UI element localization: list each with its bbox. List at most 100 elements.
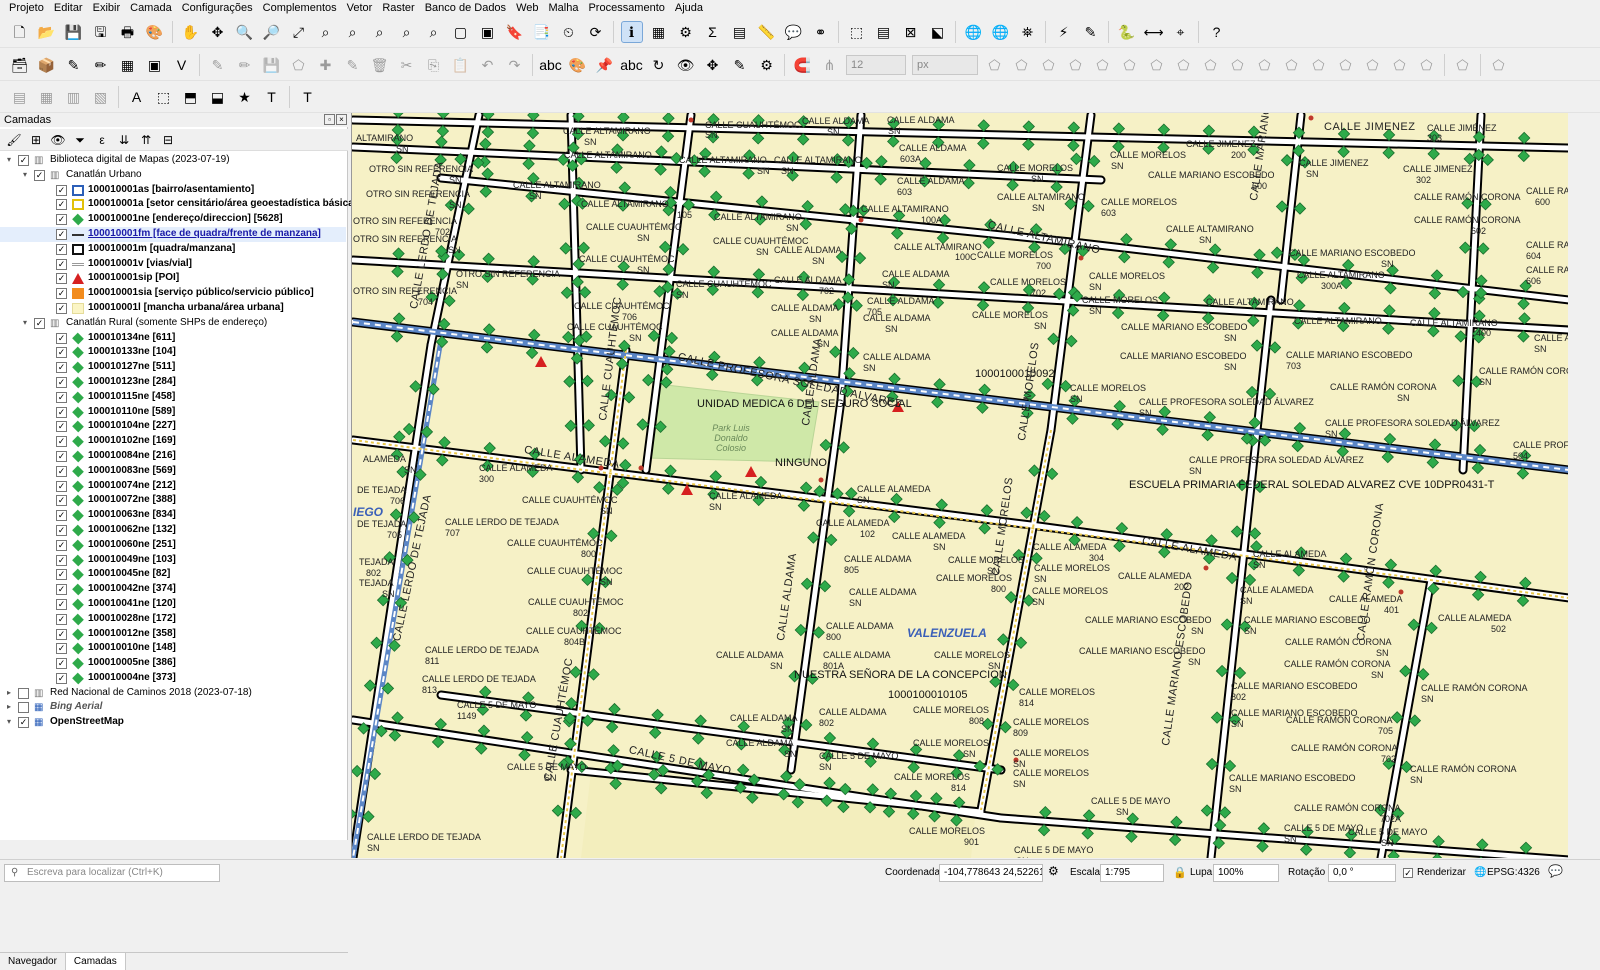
tree-layer-rural[interactable]: ✓ 100010005ne [386] bbox=[0, 656, 346, 671]
zoom-to-layer-icon[interactable]: ⌕ bbox=[342, 21, 364, 43]
label-move-icon[interactable]: ✥ bbox=[702, 54, 724, 76]
tree-layer-rural[interactable]: ✓ 100010102ne [169] bbox=[0, 434, 346, 449]
locator-search-input[interactable]: ⚲ Escreva para localizar (Ctrl+K) bbox=[4, 864, 220, 882]
text-tool-icon[interactable]: T bbox=[297, 86, 319, 108]
label-rotate-icon[interactable]: ↻ bbox=[648, 54, 670, 76]
simplify-icon[interactable]: ⬠ bbox=[1254, 54, 1276, 76]
digitize-icon[interactable]: ✏ bbox=[90, 54, 112, 76]
save-project-icon[interactable]: 💾 bbox=[63, 21, 85, 43]
current-edits-icon[interactable]: ✎ bbox=[207, 54, 229, 76]
paste-icon[interactable]: 📋 bbox=[450, 54, 472, 76]
layer-visibility-checkbox[interactable]: ✓ bbox=[56, 569, 67, 581]
node-annotation-icon[interactable]: ⬓ bbox=[207, 86, 229, 108]
label-show-icon[interactable]: 👁 bbox=[675, 54, 697, 76]
layer-visibility-checkbox[interactable]: ✓ bbox=[56, 613, 67, 625]
font-size-field[interactable]: 12 bbox=[846, 54, 906, 75]
expand-arrow-icon[interactable]: ▸ bbox=[4, 700, 14, 715]
layer-visibility-checkbox[interactable]: ✓ bbox=[56, 436, 67, 448]
layer-visibility-checkbox[interactable]: ✓ bbox=[56, 243, 67, 255]
collapse-arrow-icon[interactable]: ▾ bbox=[20, 316, 30, 331]
open-styling-icon[interactable]: 🖌 bbox=[6, 132, 22, 148]
move-annotation-icon[interactable]: ⬒ bbox=[180, 86, 202, 108]
node-icon[interactable]: ⬠ bbox=[1362, 54, 1384, 76]
tree-layer-urbano[interactable]: ✓ 100010001a [setor censitário/área geoes… bbox=[0, 197, 357, 212]
snap-icon[interactable]: 🧲 bbox=[792, 54, 814, 76]
layer-visibility-checkbox[interactable]: ✓ bbox=[56, 288, 67, 300]
temporal-icon[interactable]: ⏲ bbox=[558, 21, 580, 43]
layer-visibility-checkbox[interactable]: ✓ bbox=[56, 510, 67, 522]
select-all-icon[interactable]: ▤ bbox=[873, 21, 895, 43]
tree-layer-rural[interactable]: ✓ 100010041ne [120] bbox=[0, 597, 346, 612]
open-project-icon[interactable]: 📂 bbox=[36, 21, 58, 43]
add-group-icon[interactable]: ⊞ bbox=[28, 132, 44, 148]
redo-icon[interactable]: ↷ bbox=[504, 54, 526, 76]
zoom-out-icon[interactable]: 🔎 bbox=[261, 21, 283, 43]
toggle-edit-icon[interactable]: ✏ bbox=[234, 54, 256, 76]
layer-visibility-checkbox[interactable]: ✓ bbox=[56, 376, 67, 388]
save-edits-icon[interactable]: 💾 bbox=[261, 54, 283, 76]
label-highlight-icon[interactable]: abc bbox=[620, 54, 643, 76]
tree-group-urbano[interactable]: ▾ ✓ ▥ Canatlán Urbano bbox=[0, 168, 346, 183]
split-icon[interactable]: ⬠ bbox=[1065, 54, 1087, 76]
globe2-icon[interactable]: 🌐 bbox=[990, 21, 1012, 43]
layer-visibility-checkbox[interactable]: ✓ bbox=[56, 332, 67, 344]
zoom-next-icon[interactable]: ⌕ bbox=[423, 21, 445, 43]
tree-layer-rural[interactable]: ✓ 100010110ne [589] bbox=[0, 405, 346, 420]
label-icon[interactable]: abc bbox=[539, 54, 562, 76]
new-temp-layer-icon[interactable]: V bbox=[171, 54, 193, 76]
layer-visibility-checkbox[interactable]: ✓ bbox=[56, 258, 67, 270]
tree-layer-rural[interactable]: ✓ 100010133ne [104] bbox=[0, 345, 346, 360]
tree-layer-rural[interactable]: ✓ 100010083ne [569] bbox=[0, 464, 346, 479]
tree-layer-rural[interactable]: ✓ 100010104ne [227] bbox=[0, 419, 346, 434]
add-feature-icon[interactable]: ⬠ bbox=[288, 54, 310, 76]
add-part-icon[interactable]: ⬠ bbox=[1308, 54, 1330, 76]
expand-arrow-icon[interactable]: ▸ bbox=[4, 686, 14, 701]
tree-layer-osm[interactable]: ▾ ✓ ▦ OpenStreetMap bbox=[0, 715, 346, 730]
layer-visibility-checkbox[interactable]: ✓ bbox=[56, 362, 67, 374]
rotation-field[interactable]: 0,0 ° bbox=[1328, 864, 1396, 882]
layer-visibility-checkbox[interactable]: ✓ bbox=[18, 155, 29, 166]
cut-icon[interactable]: ✂ bbox=[396, 54, 418, 76]
layer-visibility-checkbox[interactable]: ✓ bbox=[56, 214, 67, 226]
toolbox-icon[interactable]: ⚙ bbox=[675, 21, 697, 43]
plugin-icon[interactable]: ✎ bbox=[1080, 21, 1102, 43]
menu-item[interactable]: Complementos bbox=[258, 0, 342, 16]
magnifier-field[interactable]: 100% bbox=[1213, 864, 1279, 882]
field-calculator-icon[interactable]: ▤ bbox=[729, 21, 751, 43]
tree-group-rural[interactable]: ▾ ✓ ▥ Canatlán Rural (somente SHPs de ender… bbox=[0, 316, 346, 331]
add-ring-icon[interactable]: ⬠ bbox=[1281, 54, 1303, 76]
layer-visibility-checkbox[interactable]: ✓ bbox=[56, 302, 67, 314]
menu-item[interactable]: Editar bbox=[49, 0, 88, 16]
bookmarks-icon[interactable]: 📑 bbox=[531, 21, 553, 43]
layer-visibility-checkbox[interactable]: ✓ bbox=[56, 421, 67, 433]
collapse-arrow-icon[interactable]: ▾ bbox=[4, 153, 14, 168]
filter-legend-icon[interactable]: ⏷ bbox=[72, 132, 88, 148]
expand-all-icon[interactable]: ⇊ bbox=[116, 132, 132, 148]
measure-line-icon[interactable]: ⟷ bbox=[1143, 21, 1165, 43]
menu-item[interactable]: Raster bbox=[377, 0, 419, 16]
layer-visibility-checkbox[interactable]: ✓ bbox=[56, 495, 67, 507]
offset-icon[interactable]: ⬠ bbox=[1146, 54, 1168, 76]
refresh-icon[interactable]: ⟳ bbox=[585, 21, 607, 43]
processing-icon[interactable]: ⚡ bbox=[1053, 21, 1075, 43]
map-tips-icon[interactable]: 💬 bbox=[783, 21, 805, 43]
layer-visibility-checkbox[interactable]: ✓ bbox=[56, 672, 67, 684]
topology-icon[interactable]: ⬠ bbox=[1011, 54, 1033, 76]
measure-icon[interactable]: 📏 bbox=[756, 21, 778, 43]
collapse-arrow-icon[interactable]: ▾ bbox=[20, 168, 30, 183]
tree-layer-rural[interactable]: ✓ 100010012ne [358] bbox=[0, 627, 346, 642]
tree-layer-urbano[interactable]: ✓ 100010001as [bairro/asentamiento] bbox=[0, 183, 346, 198]
delete-part-icon[interactable]: ⬠ bbox=[1227, 54, 1249, 76]
coordinate-field[interactable]: -104,778643 24,522612 bbox=[939, 864, 1043, 882]
fill-ring-icon[interactable]: ⬠ bbox=[1173, 54, 1195, 76]
tab-navegador[interactable]: Navegador bbox=[0, 953, 66, 970]
layer-visibility-checkbox[interactable]: ✓ bbox=[18, 717, 29, 729]
zoom-to-selection-icon[interactable]: ⌕ bbox=[315, 21, 337, 43]
tree-layer-rural[interactable]: ✓ 100010072ne [388] bbox=[0, 493, 346, 508]
layer-visibility-checkbox[interactable]: ✓ bbox=[56, 347, 67, 359]
label-change-icon[interactable]: ✎ bbox=[729, 54, 751, 76]
tree-layer-urbano[interactable]: ✓ 100010001v [vias/vial] bbox=[0, 257, 346, 272]
new-geopackage-icon[interactable]: 📦 bbox=[36, 54, 58, 76]
layer-visibility-checkbox[interactable]: ✓ bbox=[56, 273, 67, 285]
menu-item[interactable]: Processamento bbox=[583, 0, 669, 16]
